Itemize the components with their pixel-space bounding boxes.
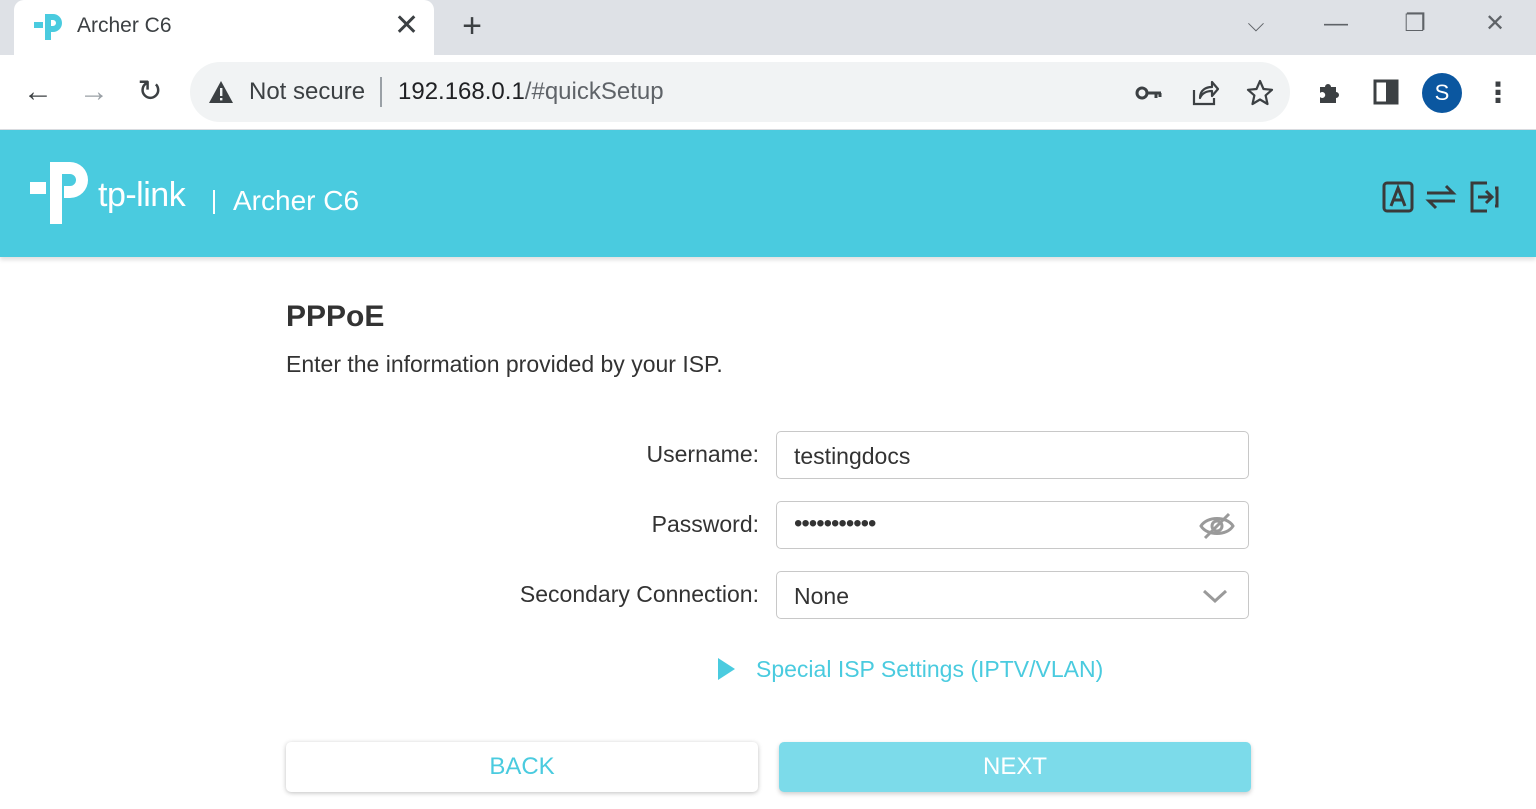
triangle-right-icon (718, 658, 735, 680)
router-header: tp-link Archer C6 (0, 130, 1536, 257)
language-icon[interactable] (1381, 180, 1415, 214)
browser-toolbar: ← → ↻ Not secure 192.168.0.1/#quickSetup… (0, 55, 1536, 130)
browser-tab-strip: Archer C6 ✕ + ⌵ — ❐ ✕ (0, 0, 1536, 55)
special-isp-settings-label: Special ISP Settings (IPTV/VLAN) (756, 655, 1104, 682)
tab-title: Archer C6 (77, 14, 172, 37)
password-label: Password: (651, 511, 759, 537)
secondary-connection-select[interactable]: None (776, 571, 1249, 619)
forward-icon[interactable]: → (75, 73, 113, 111)
back-icon[interactable]: ← (19, 73, 57, 111)
browser-tab[interactable]: Archer C6 ✕ (14, 0, 434, 55)
url-path: /#quickSetup (524, 78, 664, 105)
secondary-connection-value: None (794, 583, 849, 609)
tab-close-icon[interactable]: ✕ (394, 10, 419, 42)
tplink-favicon-icon (34, 14, 62, 40)
profile-avatar[interactable]: S (1422, 73, 1462, 113)
warning-icon[interactable] (208, 79, 234, 105)
chevron-down-icon (1202, 589, 1228, 604)
tab-search-icon[interactable]: ⌵ (1238, 8, 1274, 40)
share-icon[interactable] (1190, 78, 1220, 108)
back-button[interactable]: BACK (286, 742, 758, 792)
browser-menu-icon[interactable]: ⋮ (1484, 75, 1512, 111)
page-subtitle: Enter the information provided by your I… (286, 351, 723, 377)
logout-icon[interactable] (1467, 180, 1501, 214)
extensions-icon[interactable] (1315, 77, 1345, 107)
password-value: ••••••••••• (794, 510, 876, 537)
eye-slash-icon[interactable] (1199, 512, 1235, 540)
header-divider (213, 190, 215, 214)
minimize-icon[interactable]: — (1318, 8, 1354, 40)
username-input[interactable]: testingdocs (776, 431, 1249, 479)
username-value: testingdocs (794, 443, 911, 469)
tplink-logo-icon (30, 162, 88, 224)
star-icon[interactable] (1245, 78, 1275, 108)
restore-icon[interactable]: ❐ (1397, 8, 1433, 40)
username-label: Username: (646, 441, 759, 467)
special-isp-settings-link[interactable]: Special ISP Settings (IPTV/VLAN) (716, 654, 1103, 684)
next-button[interactable]: NEXT (779, 742, 1251, 792)
page-title: PPPoE (286, 300, 385, 333)
key-icon[interactable] (1134, 78, 1164, 108)
reload-icon[interactable]: ↻ (131, 73, 169, 111)
secondary-connection-label: Secondary Connection: (519, 581, 759, 607)
side-panel-icon[interactable] (1371, 77, 1401, 107)
security-status[interactable]: Not secure (249, 78, 365, 106)
password-input[interactable]: ••••••••••• (776, 501, 1249, 549)
url-text[interactable]: 192.168.0.1/#quickSetup (398, 78, 664, 106)
switch-mode-icon[interactable] (1424, 180, 1458, 214)
address-bar[interactable]: Not secure 192.168.0.1/#quickSetup (190, 62, 1290, 122)
omnibox-divider (380, 77, 382, 107)
url-host: 192.168.0.1 (398, 78, 525, 105)
window-close-icon[interactable]: ✕ (1477, 8, 1513, 40)
model-name: Archer C6 (233, 185, 360, 216)
new-tab-button[interactable]: + (456, 9, 488, 43)
brand-name: tp-link (98, 176, 186, 214)
